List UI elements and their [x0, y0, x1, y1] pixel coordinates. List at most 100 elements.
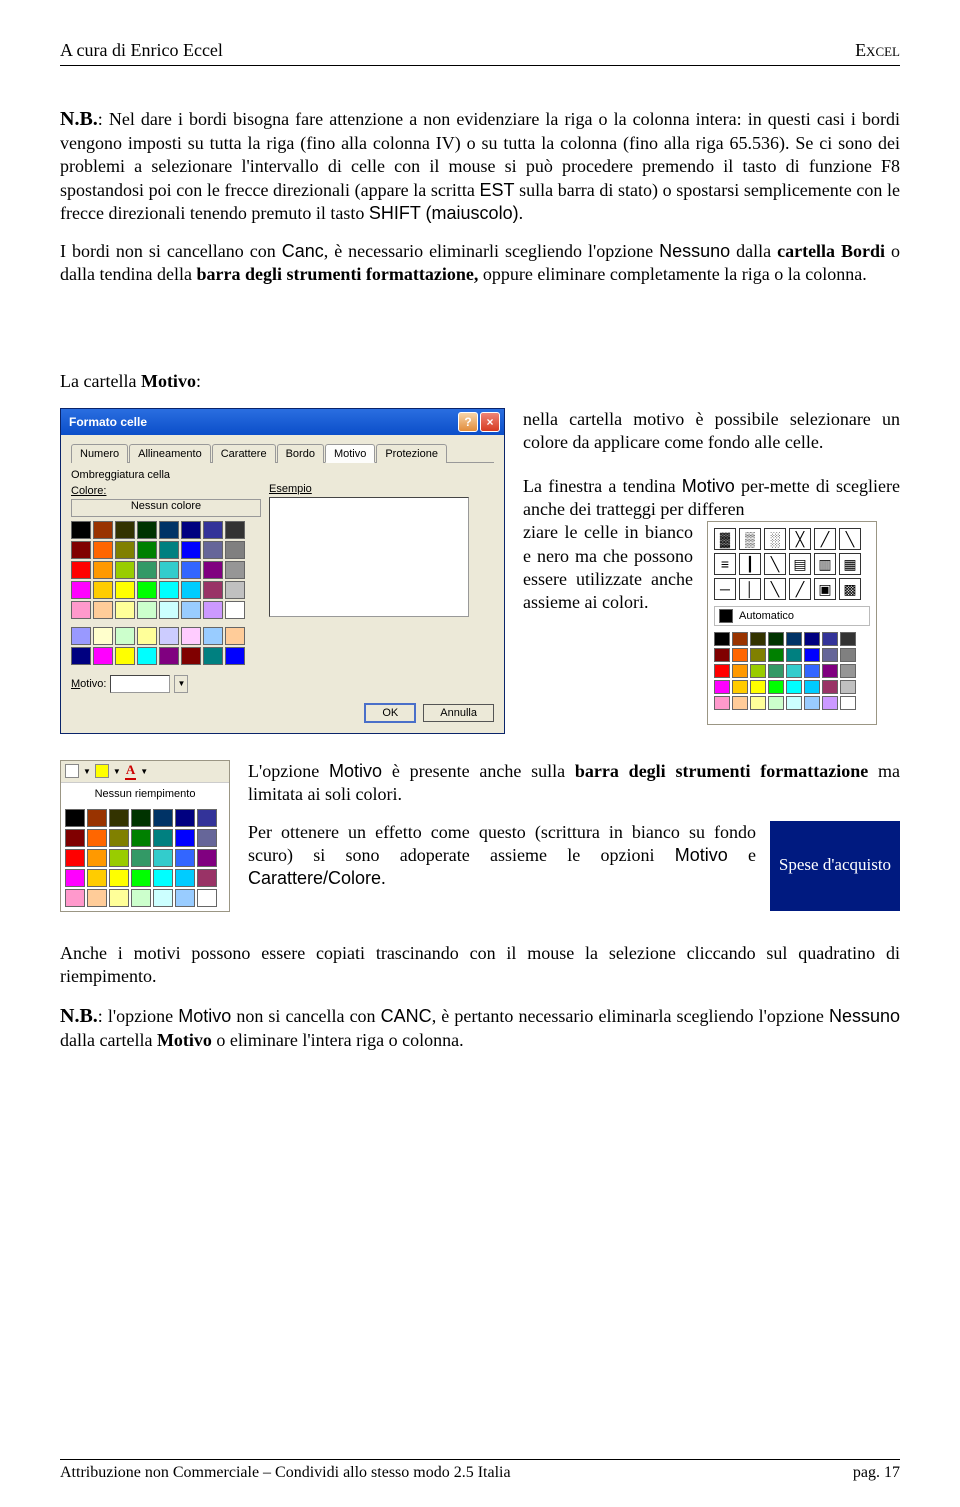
- color-swatch[interactable]: [714, 648, 730, 662]
- color-swatch[interactable]: [732, 680, 748, 694]
- color-swatch[interactable]: [822, 648, 838, 662]
- color-swatch[interactable]: [225, 581, 245, 599]
- hatch-swatch[interactable]: ─: [714, 578, 736, 600]
- hatch-swatch[interactable]: ╲: [839, 528, 861, 550]
- color-swatch[interactable]: [181, 541, 201, 559]
- color-swatch[interactable]: [840, 664, 856, 678]
- hatch-swatch[interactable]: │: [739, 578, 761, 600]
- tab-allineamento[interactable]: Allineamento: [129, 444, 211, 463]
- color-swatch[interactable]: [87, 869, 107, 887]
- tab-protezione[interactable]: Protezione: [376, 444, 447, 463]
- color-swatch[interactable]: [131, 849, 151, 867]
- color-swatch[interactable]: [65, 809, 85, 827]
- color-swatch[interactable]: [115, 627, 135, 645]
- border-icon[interactable]: [65, 764, 79, 778]
- color-swatch[interactable]: [137, 627, 157, 645]
- color-swatch[interactable]: [203, 541, 223, 559]
- automatic-button[interactable]: Automatico: [714, 606, 870, 626]
- dialog-titlebar[interactable]: Formato celle ? ×: [61, 409, 504, 435]
- hatch-swatch[interactable]: ▣: [814, 578, 836, 600]
- color-swatch[interactable]: [181, 581, 201, 599]
- color-swatch[interactable]: [109, 869, 129, 887]
- color-swatch[interactable]: [159, 647, 179, 665]
- nessun-riempimento-button[interactable]: Nessun riempimento: [61, 783, 229, 805]
- hatch-swatch[interactable]: ░: [764, 528, 786, 550]
- color-swatch[interactable]: [822, 664, 838, 678]
- color-swatch[interactable]: [225, 561, 245, 579]
- hatch-swatch[interactable]: ┃: [739, 553, 761, 575]
- color-swatch[interactable]: [714, 632, 730, 646]
- color-swatch[interactable]: [197, 829, 217, 847]
- fill-color-palette[interactable]: [61, 805, 229, 911]
- color-swatch[interactable]: [71, 541, 91, 559]
- color-swatch[interactable]: [65, 869, 85, 887]
- color-swatch[interactable]: [822, 696, 838, 710]
- hatch-swatch[interactable]: ≡: [714, 553, 736, 575]
- color-swatch[interactable]: [175, 869, 195, 887]
- color-swatch[interactable]: [71, 601, 91, 619]
- hatch-swatch[interactable]: ╱: [814, 528, 836, 550]
- color-swatch[interactable]: [71, 521, 91, 539]
- color-swatch[interactable]: [750, 632, 766, 646]
- color-swatch[interactable]: [804, 648, 820, 662]
- color-swatch[interactable]: [93, 561, 113, 579]
- hatch-swatch[interactable]: ▥: [814, 553, 836, 575]
- color-swatch[interactable]: [786, 632, 802, 646]
- hatch-swatch[interactable]: ╳: [789, 528, 811, 550]
- color-swatch[interactable]: [137, 601, 157, 619]
- color-swatch[interactable]: [225, 627, 245, 645]
- color-swatch[interactable]: [732, 664, 748, 678]
- color-swatch[interactable]: [109, 889, 129, 907]
- hatch-grid[interactable]: ▓▒░╳╱╲≡┃╲▤▥▦─│╲╱▣▩: [714, 528, 870, 600]
- color-swatch[interactable]: [714, 696, 730, 710]
- color-swatch[interactable]: [115, 521, 135, 539]
- color-swatch[interactable]: [115, 581, 135, 599]
- color-swatch[interactable]: [840, 648, 856, 662]
- color-swatch[interactable]: [93, 521, 113, 539]
- tab-carattere[interactable]: Carattere: [212, 444, 276, 463]
- color-palette-16[interactable]: [71, 627, 261, 665]
- color-swatch[interactable]: [93, 601, 113, 619]
- color-swatch[interactable]: [109, 849, 129, 867]
- color-swatch[interactable]: [181, 521, 201, 539]
- color-swatch[interactable]: [804, 680, 820, 694]
- color-swatch[interactable]: [65, 889, 85, 907]
- color-swatch[interactable]: [71, 647, 91, 665]
- color-swatch[interactable]: [175, 849, 195, 867]
- color-swatch[interactable]: [159, 541, 179, 559]
- color-swatch[interactable]: [181, 561, 201, 579]
- color-swatch[interactable]: [109, 809, 129, 827]
- color-swatch[interactable]: [822, 632, 838, 646]
- color-swatch[interactable]: [153, 889, 173, 907]
- fill-icon[interactable]: [95, 764, 109, 778]
- color-swatch[interactable]: [131, 889, 151, 907]
- chevron-down-icon[interactable]: ▼: [174, 675, 188, 693]
- color-swatch[interactable]: [159, 601, 179, 619]
- hatch-swatch[interactable]: ╲: [764, 553, 786, 575]
- color-swatch[interactable]: [750, 664, 766, 678]
- color-swatch[interactable]: [115, 647, 135, 665]
- color-swatch[interactable]: [804, 632, 820, 646]
- color-swatch[interactable]: [115, 541, 135, 559]
- color-swatch[interactable]: [203, 601, 223, 619]
- tab-numero[interactable]: Numero: [71, 444, 128, 463]
- color-swatch[interactable]: [786, 696, 802, 710]
- color-swatch[interactable]: [137, 521, 157, 539]
- color-swatch[interactable]: [93, 627, 113, 645]
- color-swatch[interactable]: [65, 829, 85, 847]
- color-swatch[interactable]: [71, 627, 91, 645]
- color-swatch[interactable]: [137, 647, 157, 665]
- color-swatch[interactable]: [153, 809, 173, 827]
- color-swatch[interactable]: [137, 581, 157, 599]
- hatch-swatch[interactable]: ▦: [839, 553, 861, 575]
- color-swatch[interactable]: [225, 541, 245, 559]
- color-swatch[interactable]: [840, 696, 856, 710]
- color-swatch[interactable]: [87, 889, 107, 907]
- hatch-swatch[interactable]: ▓: [714, 528, 736, 550]
- color-swatch[interactable]: [203, 627, 223, 645]
- color-swatch[interactable]: [153, 869, 173, 887]
- color-swatch[interactable]: [159, 581, 179, 599]
- fill-dropdown[interactable]: ▼ ▼ A▼ Nessun riempimento: [60, 760, 230, 912]
- color-swatch[interactable]: [197, 869, 217, 887]
- color-swatch[interactable]: [750, 680, 766, 694]
